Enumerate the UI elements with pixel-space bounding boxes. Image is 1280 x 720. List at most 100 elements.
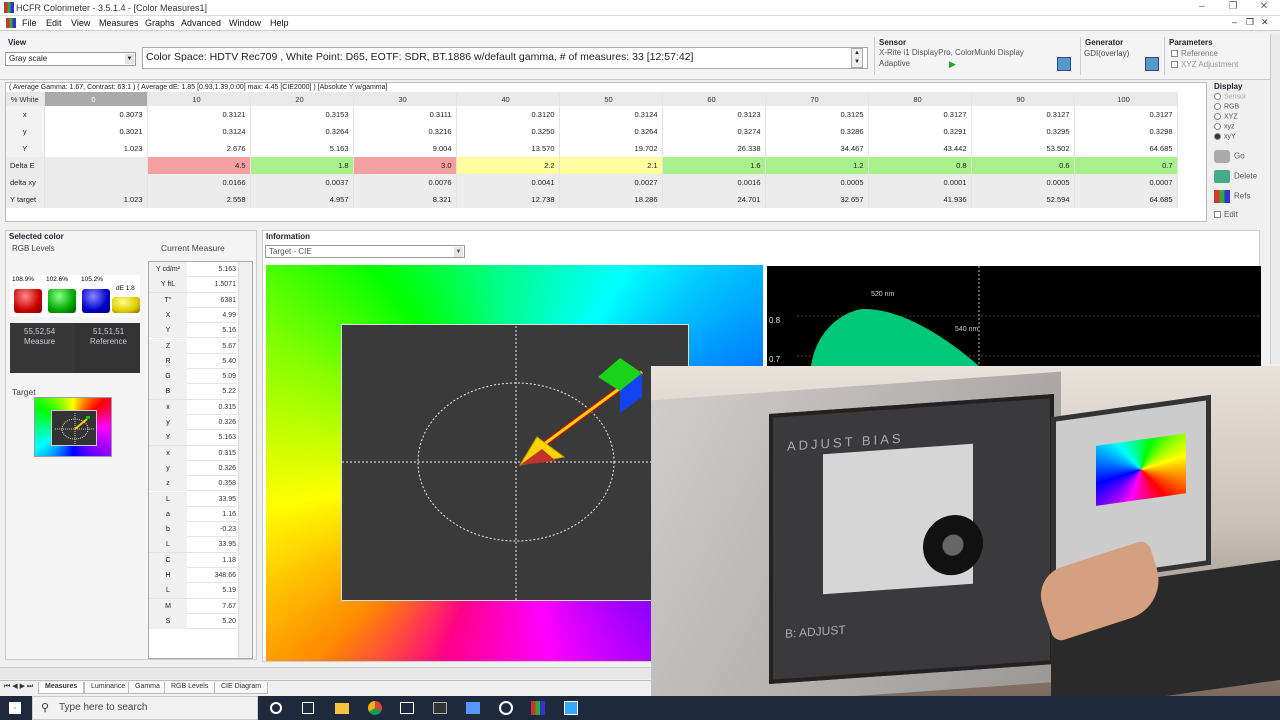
terminal-icon[interactable] (433, 702, 447, 714)
file-explorer-icon[interactable] (335, 703, 349, 714)
column-header[interactable]: 20 (250, 92, 354, 106)
delta-e-cell[interactable]: 0.8 (868, 157, 972, 174)
table-cell[interactable]: 0.3120 (456, 106, 560, 123)
delta-e-cell[interactable]: 3.0 (353, 157, 457, 174)
tab-nav-arrows[interactable]: ⏮ ◀ ▶ ⏭ (4, 682, 33, 691)
spin-control[interactable]: ▲ ▼ (851, 48, 863, 68)
xyz-adjustment-checkbox[interactable]: XYZ Adjustment (1171, 60, 1238, 69)
doc-close-button[interactable]: ✕ (1261, 17, 1269, 28)
table-cell[interactable]: 2.558 (147, 191, 251, 208)
table-cell[interactable]: 0.3274 (662, 123, 766, 140)
table-cell[interactable]: 1.023 (44, 140, 148, 157)
delta-e-cell[interactable]: 4.5 (147, 157, 251, 174)
column-header[interactable]: 10 (147, 92, 251, 106)
table-cell[interactable]: 0.0001 (868, 174, 972, 191)
tab-measures[interactable]: Measures (38, 682, 85, 694)
table-cell[interactable]: 0.0166 (147, 174, 251, 191)
table-cell[interactable]: 2.676 (147, 140, 251, 157)
table-cell[interactable]: 0.0027 (559, 174, 663, 191)
doc-restore-button[interactable]: ❐ (1246, 17, 1254, 28)
table-cell[interactable]: 26.338 (662, 140, 766, 157)
column-header[interactable]: 30 (353, 92, 457, 106)
edit-checkbox[interactable]: Edit (1214, 210, 1238, 219)
display-option-xyz[interactable]: XYZ (1214, 113, 1238, 120)
table-cell[interactable]: 0.0041 (456, 174, 560, 191)
menu-graphs[interactable]: Graphs (145, 18, 175, 28)
table-cell[interactable]: 0.3124 (147, 123, 251, 140)
table-cell[interactable]: 0.0005 (765, 174, 869, 191)
close-button[interactable]: ✕ (1254, 1, 1274, 15)
menu-advanced[interactable]: Advanced (181, 18, 221, 28)
table-cell[interactable]: 0.3021 (44, 123, 148, 140)
table-cell[interactable]: 0.3124 (559, 106, 663, 123)
list-scrollbar[interactable] (238, 262, 252, 658)
table-cell[interactable]: 0.3295 (971, 123, 1075, 140)
column-header[interactable]: 100 (1074, 92, 1178, 106)
display-option-xyy[interactable]: xyY (1214, 133, 1236, 140)
table-cell[interactable]: 0.0007 (1074, 174, 1178, 191)
tab-luminance[interactable]: Luminance (84, 682, 133, 694)
table-cell[interactable]: 0.3250 (456, 123, 560, 140)
delta-e-cell[interactable]: 1.8 (250, 157, 354, 174)
refs-button[interactable]: Refs (1214, 190, 1268, 209)
display-option-xyz-lower[interactable]: xyz (1214, 123, 1235, 130)
column-header[interactable]: 50 (559, 92, 663, 106)
table-cell[interactable]: 53.502 (971, 140, 1075, 157)
column-header[interactable]: 0 (44, 92, 148, 106)
app-icon-3[interactable] (499, 701, 513, 715)
menu-edit[interactable]: Edit (46, 18, 62, 28)
delta-e-cell[interactable]: 0.6 (971, 157, 1075, 174)
table-cell[interactable]: 5.163 (250, 140, 354, 157)
chrome-icon[interactable] (368, 701, 382, 715)
delta-e-cell[interactable]: 1.6 (662, 157, 766, 174)
table-cell[interactable]: 0.0016 (662, 174, 766, 191)
tab-gamma[interactable]: Gamma (128, 682, 167, 694)
table-cell[interactable]: 18.286 (559, 191, 663, 208)
taskbar-search[interactable]: ⚲ Type here to search (32, 696, 258, 720)
table-cell[interactable]: 0.3127 (868, 106, 972, 123)
table-cell[interactable]: 0.3286 (765, 123, 869, 140)
menu-help[interactable]: Help (270, 18, 289, 28)
table-cell[interactable]: 0.3264 (250, 123, 354, 140)
sensor-config-button[interactable] (1057, 57, 1071, 71)
target-type-select[interactable]: Target - CIE ▼ (265, 245, 465, 258)
table-cell[interactable] (44, 174, 148, 191)
maximize-button[interactable]: ❐ (1223, 1, 1243, 15)
table-cell[interactable]: 0.0076 (353, 174, 457, 191)
table-cell[interactable]: 0.3153 (250, 106, 354, 123)
target-thumbnail[interactable] (34, 397, 112, 457)
delta-e-cell[interactable]: 2.2 (456, 157, 560, 174)
table-cell[interactable]: 0.3127 (971, 106, 1075, 123)
table-cell[interactable]: 0.3127 (1074, 106, 1178, 123)
table-cell[interactable]: 12.738 (456, 191, 560, 208)
table-cell[interactable]: 13.570 (456, 140, 560, 157)
table-cell[interactable]: 9.004 (353, 140, 457, 157)
task-view-icon[interactable] (302, 702, 314, 714)
table-cell[interactable]: 52.594 (971, 191, 1075, 208)
table-cell[interactable]: 64.685 (1074, 140, 1178, 157)
app-icon-4[interactable] (564, 701, 578, 715)
column-header[interactable]: 70 (765, 92, 869, 106)
tab-rgb-levels[interactable]: RGB Levels (164, 682, 216, 694)
table-cell[interactable]: 32.657 (765, 191, 869, 208)
table-cell[interactable]: 0.3121 (147, 106, 251, 123)
display-option-rgb[interactable]: RGB (1214, 103, 1239, 110)
table-cell[interactable]: 0.3073 (44, 106, 148, 123)
play-icon[interactable]: ▶ (949, 59, 956, 70)
tab-cie-diagram[interactable]: CIE Diagram (214, 682, 269, 694)
table-cell[interactable]: 8.321 (353, 191, 457, 208)
cortana-icon[interactable] (270, 702, 282, 714)
table-cell[interactable]: 4.957 (250, 191, 354, 208)
delete-button[interactable]: Delete (1214, 170, 1268, 189)
table-cell[interactable]: 0.3298 (1074, 123, 1178, 140)
generator-config-button[interactable] (1145, 57, 1159, 71)
table-cell[interactable]: 19.702 (559, 140, 663, 157)
horizontal-scrollbar[interactable] (0, 667, 651, 679)
delta-e-cell[interactable]: 2.1 (559, 157, 663, 174)
go-button[interactable]: Go (1214, 150, 1268, 169)
table-cell[interactable]: 1.023 (44, 191, 148, 208)
hcfr-taskbar-icon[interactable] (531, 701, 545, 715)
column-header[interactable]: 80 (868, 92, 972, 106)
table-cell[interactable]: 0.0005 (971, 174, 1075, 191)
view-select[interactable]: Gray scale ▼ (5, 52, 136, 66)
